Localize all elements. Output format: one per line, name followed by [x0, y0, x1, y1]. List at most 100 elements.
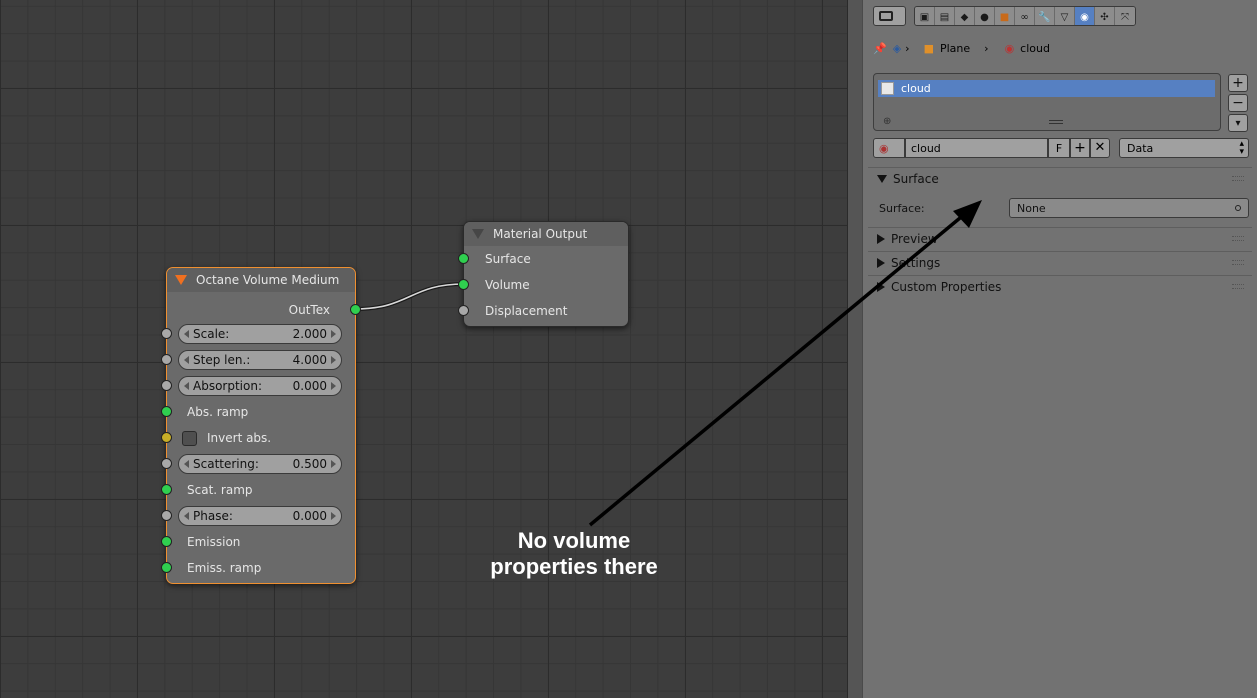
abs-ramp-input-socket[interactable]	[161, 406, 172, 417]
new-material-button[interactable]: +	[1070, 138, 1090, 158]
surface-label: Surface:	[879, 202, 925, 215]
material-browse-button[interactable]: ◉	[873, 138, 905, 158]
abs-ramp-label: Abs. ramp	[187, 405, 249, 419]
absorption-input-socket[interactable]	[161, 380, 172, 391]
scattering-row: Scattering: 0.500	[161, 451, 355, 477]
settings-panel-header[interactable]: Settings	[868, 251, 1252, 273]
surface-panel-header[interactable]: Surface	[868, 167, 1252, 189]
area-divider[interactable]	[847, 0, 863, 698]
outtex-output-socket[interactable]	[350, 304, 361, 315]
increment-arrow-icon[interactable]	[331, 382, 336, 390]
emission-input-socket[interactable]	[161, 536, 172, 547]
increment-arrow-icon[interactable]	[331, 512, 336, 520]
fake-user-button[interactable]: F	[1048, 138, 1070, 158]
scale-row: Scale: 2.000	[161, 321, 355, 347]
remove-slot-button[interactable]: −	[1228, 94, 1248, 112]
slot-specials-button[interactable]: ▾	[1228, 114, 1248, 132]
decrement-arrow-icon[interactable]	[184, 460, 189, 468]
volume-input-label: Volume	[485, 278, 530, 292]
render-tab-icon[interactable]: ▣	[915, 7, 935, 25]
displacement-input-socket[interactable]	[458, 305, 469, 316]
increment-arrow-icon[interactable]	[331, 460, 336, 468]
add-slot-button[interactable]: +	[1228, 74, 1248, 92]
panel-drag-grip-icon[interactable]	[1232, 236, 1244, 241]
octane-volume-medium-node[interactable]: Octane Volume Medium OutTex Scale: 2.000…	[161, 267, 361, 584]
chevron-updown-icon: ▴ ▾	[1239, 139, 1244, 157]
step-len-input-socket[interactable]	[161, 354, 172, 365]
phase-field[interactable]: Phase: 0.000	[178, 506, 342, 526]
decrement-arrow-icon[interactable]	[184, 512, 189, 520]
panel-collapsed-icon	[877, 233, 885, 244]
step-len-field[interactable]: Step len.: 4.000	[178, 350, 342, 370]
annotation-line-2: properties there	[490, 554, 658, 579]
node-header[interactable]: Octane Volume Medium	[167, 268, 355, 292]
invert-abs-checkbox[interactable]	[182, 430, 197, 446]
scale-input-socket[interactable]	[161, 328, 172, 339]
constraints-tab-icon[interactable]: ∞	[1015, 7, 1035, 25]
physics-tab-icon[interactable]: ⤧	[1115, 7, 1135, 25]
field-label: Step len.:	[193, 353, 251, 367]
material-tab-icon[interactable]: ◉	[1075, 7, 1095, 25]
surface-shader-field[interactable]: None	[1009, 198, 1249, 218]
surface-input-socket[interactable]	[458, 253, 469, 264]
decrement-arrow-icon[interactable]	[184, 356, 189, 364]
scale-field[interactable]: Scale: 2.000	[178, 324, 342, 344]
panel-collapsed-icon	[877, 257, 885, 268]
absorption-field[interactable]: Absorption: 0.000	[178, 376, 342, 396]
increment-arrow-icon[interactable]	[331, 356, 336, 364]
breadcrumb-material[interactable]: cloud	[1020, 42, 1050, 55]
list-resize-grip-icon[interactable]	[1049, 120, 1063, 124]
render-layers-tab-icon[interactable]: ▤	[935, 7, 955, 25]
volume-input-socket[interactable]	[458, 279, 469, 290]
scattering-input-socket[interactable]	[161, 458, 172, 469]
scat-ramp-input-socket[interactable]	[161, 484, 172, 495]
breadcrumb: 📌 ◈ › ■ Plane › ◉ cloud	[873, 37, 1050, 59]
emission-row: Emission	[161, 529, 355, 555]
pin-icon[interactable]: 📌	[873, 42, 887, 55]
field-value: 2.000	[292, 327, 327, 341]
panel-drag-grip-icon[interactable]	[1232, 176, 1244, 181]
field-label: Scale:	[193, 327, 230, 341]
collapse-triangle-icon[interactable]	[472, 229, 484, 239]
material-name-field[interactable]: cloud	[905, 138, 1048, 158]
scat-ramp-row: Scat. ramp	[161, 477, 355, 503]
object-tab-icon[interactable]: ■	[995, 7, 1015, 25]
emiss-ramp-row: Emiss. ramp	[161, 555, 355, 581]
invert-abs-input-socket[interactable]	[161, 432, 172, 443]
preview-panel-header[interactable]: Preview	[868, 227, 1252, 249]
material-preview-icon	[881, 82, 894, 95]
data-tab-icon[interactable]: ▽	[1055, 7, 1075, 25]
scene-tab-icon[interactable]: ◆	[955, 7, 975, 25]
decrement-arrow-icon[interactable]	[184, 382, 189, 390]
breadcrumb-object[interactable]: Plane	[940, 42, 970, 55]
unlink-material-button[interactable]: ✕	[1090, 138, 1110, 158]
panel-title: Custom Properties	[891, 279, 1002, 294]
field-value: 4.000	[292, 353, 327, 367]
node-editor[interactable]: Octane Volume Medium OutTex Scale: 2.000…	[0, 0, 847, 698]
material-slots-list[interactable]: cloud ⊕	[873, 73, 1221, 131]
phase-input-socket[interactable]	[161, 510, 172, 521]
link-mode-dropdown[interactable]: Data ▴ ▾	[1119, 138, 1249, 158]
scattering-field[interactable]: Scattering: 0.500	[178, 454, 342, 474]
world-tab-icon[interactable]: ●	[975, 7, 995, 25]
invert-abs-label: Invert abs.	[207, 431, 272, 445]
surface-input-label: Surface	[485, 252, 531, 266]
custom-properties-panel-header[interactable]: Custom Properties	[868, 275, 1252, 297]
panel-drag-grip-icon[interactable]	[1232, 284, 1244, 289]
texture-tab-icon[interactable]: ✣	[1095, 7, 1115, 25]
displacement-input-label: Displacement	[485, 304, 568, 318]
surface-shader-value: None	[1017, 202, 1046, 215]
increment-arrow-icon[interactable]	[331, 330, 336, 338]
emiss-ramp-input-socket[interactable]	[161, 562, 172, 573]
modifiers-tab-icon[interactable]: 🔧	[1035, 7, 1055, 25]
material-output-node[interactable]: Material Output Surface Volume Displacem…	[458, 221, 629, 327]
editor-type-selector[interactable]	[873, 6, 906, 26]
node-links	[354, 282, 465, 311]
decrement-arrow-icon[interactable]	[184, 330, 189, 338]
field-value: 0.500	[292, 457, 327, 471]
collapse-triangle-icon[interactable]	[175, 275, 187, 285]
material-slot-item[interactable]: cloud	[878, 80, 1215, 97]
filter-options-icon[interactable]: ⊕	[883, 116, 891, 127]
panel-drag-grip-icon[interactable]	[1232, 260, 1244, 265]
node-header[interactable]: Material Output	[464, 222, 628, 246]
